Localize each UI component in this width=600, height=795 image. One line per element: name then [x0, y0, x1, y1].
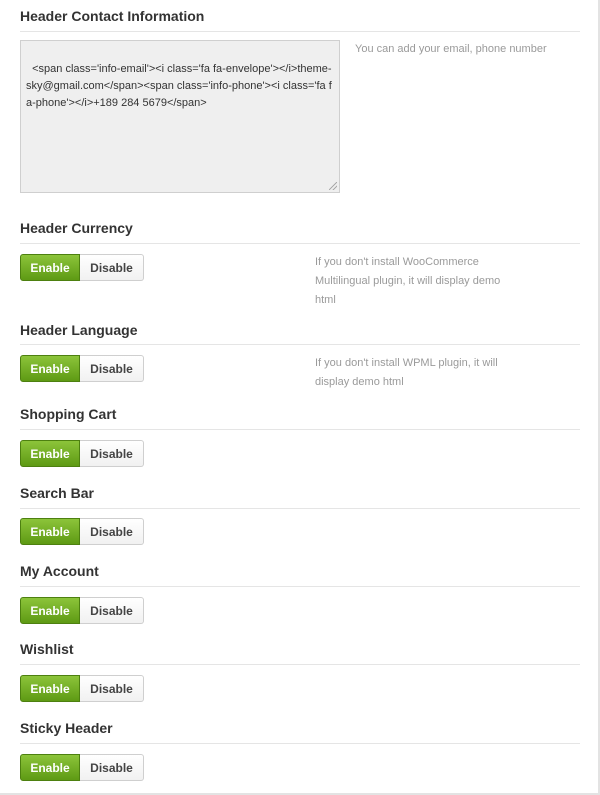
- header-currency-help: If you don't install WooCommerce Multili…: [315, 253, 500, 310]
- disable-button[interactable]: Disable: [80, 440, 144, 467]
- toggle-header-language[interactable]: Enable Disable: [20, 355, 144, 382]
- toggle-header-currency[interactable]: Enable Disable: [20, 254, 144, 281]
- enable-button[interactable]: Enable: [20, 754, 80, 781]
- enable-button[interactable]: Enable: [20, 355, 80, 382]
- contact-title: Header Contact Information: [20, 8, 205, 24]
- help-line: Multilingual plugin, it will display dem…: [315, 275, 501, 287]
- divider: [20, 344, 580, 345]
- section-title-shopping-cart: Shopping Cart: [20, 406, 117, 422]
- contact-textarea[interactable]: <span class='info-email'><i class='fa fa…: [20, 40, 340, 193]
- enable-button[interactable]: Enable: [20, 440, 80, 467]
- enable-button[interactable]: Enable: [20, 597, 80, 624]
- contact-textarea-value[interactable]: <span class='info-email'><i class='fa fa…: [26, 63, 332, 109]
- header-language-help: If you don't install WPML plugin, it wil…: [315, 354, 498, 392]
- disable-button[interactable]: Disable: [80, 254, 144, 281]
- section-title-header-currency: Header Currency: [20, 220, 133, 236]
- enable-button[interactable]: Enable: [20, 518, 80, 545]
- contact-help: You can add your email, phone number: [355, 43, 547, 55]
- section-title-wishlist: Wishlist: [20, 641, 74, 657]
- disable-button[interactable]: Disable: [80, 675, 144, 702]
- divider: [20, 31, 580, 32]
- help-line: If you don't install WooCommerce: [315, 256, 479, 268]
- help-line: display demo html: [315, 376, 404, 388]
- disable-button[interactable]: Disable: [80, 597, 144, 624]
- disable-button[interactable]: Disable: [80, 754, 144, 781]
- divider: [20, 429, 580, 430]
- toggle-sticky-header[interactable]: Enable Disable: [20, 754, 144, 781]
- divider: [20, 664, 580, 665]
- disable-button[interactable]: Disable: [80, 355, 144, 382]
- divider: [20, 508, 580, 509]
- toggle-shopping-cart[interactable]: Enable Disable: [20, 440, 144, 467]
- divider: [20, 243, 580, 244]
- resize-grip-icon[interactable]: [329, 182, 337, 190]
- help-line: If you don't install WPML plugin, it wil…: [315, 357, 498, 369]
- section-title-sticky-header: Sticky Header: [20, 720, 113, 736]
- help-line: html: [315, 294, 336, 306]
- section-title-my-account: My Account: [20, 563, 99, 579]
- toggle-my-account[interactable]: Enable Disable: [20, 597, 144, 624]
- toggle-search-bar[interactable]: Enable Disable: [20, 518, 144, 545]
- section-title-header-language: Header Language: [20, 322, 138, 338]
- divider: [20, 586, 580, 587]
- enable-button[interactable]: Enable: [20, 675, 80, 702]
- enable-button[interactable]: Enable: [20, 254, 80, 281]
- disable-button[interactable]: Disable: [80, 518, 144, 545]
- section-title-search-bar: Search Bar: [20, 485, 94, 501]
- toggle-wishlist[interactable]: Enable Disable: [20, 675, 144, 702]
- divider: [20, 743, 580, 744]
